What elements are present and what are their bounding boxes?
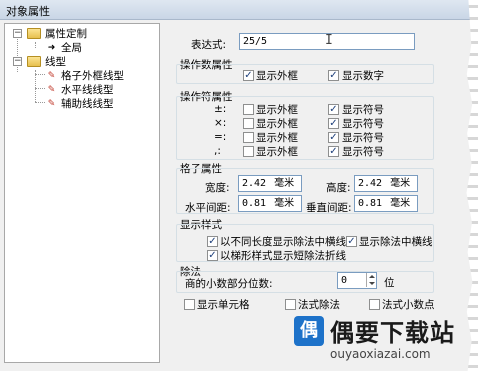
spin-arrows-icon[interactable] bbox=[366, 273, 376, 287]
plusminus-show-border-checkbox[interactable] bbox=[243, 104, 254, 115]
tree-line bbox=[35, 88, 45, 89]
display-division-line-checkbox[interactable]: ✓ bbox=[346, 236, 357, 247]
tree-item-auxiliary-line[interactable]: ✎ 辅助线线型 bbox=[45, 97, 157, 111]
equals-show-symbol-checkbox[interactable]: ✓ bbox=[328, 132, 339, 143]
tree-item-global[interactable]: ➜ 全局 bbox=[45, 41, 145, 55]
grid-h-spacing-value: 0.81 bbox=[242, 198, 267, 209]
tree-line bbox=[35, 74, 45, 75]
folder-icon bbox=[27, 56, 41, 67]
operand-show-number-checkbox[interactable]: ✓ bbox=[328, 70, 339, 81]
operand-show-border-label: 显示外框 bbox=[256, 70, 298, 82]
comma-show-border-checkbox[interactable] bbox=[243, 146, 254, 157]
equals-show-border-label: 显示外框 bbox=[256, 132, 298, 144]
times-show-border-label: 显示外框 bbox=[256, 118, 298, 130]
properties-tree[interactable]: − 属性定制 ➜ 全局 − 线型 ✎ 格子外框线型 ✎ 水平线线型 ✎ 辅助线线… bbox=[4, 23, 160, 363]
grid-v-spacing-input[interactable]: 0.81 毫米 bbox=[354, 195, 418, 212]
comma-show-border-label: 显示外框 bbox=[256, 146, 298, 158]
display-division-line-label: 显示除法中横线 bbox=[359, 236, 433, 248]
text-cursor-icon: I bbox=[325, 33, 333, 48]
tree-item-attribute-custom[interactable]: − 属性定制 bbox=[13, 27, 153, 41]
watermark-title: 偶要下载站 bbox=[330, 319, 455, 347]
arrow-leaf-icon: ➜ bbox=[47, 43, 56, 53]
pencil-icon: ✎ bbox=[47, 99, 56, 109]
grid-v-spacing-value: 0.81 bbox=[358, 198, 383, 209]
display-varied-length-checkbox[interactable]: ✓ bbox=[207, 236, 218, 247]
tree-item-label: 属性定制 bbox=[45, 28, 87, 40]
pencil-icon: ✎ bbox=[47, 71, 56, 81]
grid-width-value: 2.42 bbox=[242, 178, 267, 189]
window-title: 对象属性 bbox=[6, 5, 50, 18]
operand-show-number-label: 显示数字 bbox=[342, 70, 384, 82]
division-decimals-unit: 位 bbox=[384, 277, 395, 289]
show-cells-label: 显示单元格 bbox=[197, 299, 250, 311]
operand-show-border-checkbox[interactable]: ✓ bbox=[243, 70, 254, 81]
grid-h-spacing-unit: 毫米 bbox=[274, 198, 295, 209]
tree-item-horizontal-line[interactable]: ✎ 水平线线型 bbox=[45, 83, 157, 97]
window-titlebar: 对象属性 bbox=[0, 0, 478, 20]
times-show-symbol-label: 显示符号 bbox=[342, 118, 384, 130]
show-cells-checkbox[interactable] bbox=[184, 299, 195, 310]
plusminus-show-border-label: 显示外框 bbox=[256, 104, 298, 116]
site-logo-icon: 偶 bbox=[294, 316, 324, 346]
decimal-point-checkbox[interactable] bbox=[369, 299, 380, 310]
expression-value: 25/5 bbox=[243, 36, 268, 47]
display-trapezoid-label: 以梯形样式显示短除法折线 bbox=[220, 250, 346, 262]
vertical-division-label: 法式除法 bbox=[298, 299, 340, 311]
collapse-icon[interactable]: − bbox=[13, 29, 22, 38]
comma-show-symbol-checkbox[interactable]: ✓ bbox=[328, 146, 339, 157]
tree-item-label: 线型 bbox=[45, 56, 66, 68]
tree-line bbox=[35, 102, 45, 103]
collapse-icon[interactable]: − bbox=[13, 57, 22, 66]
torn-edge bbox=[466, 0, 478, 371]
grid-height-input[interactable]: 2.42 毫米 bbox=[354, 175, 418, 192]
folder-icon bbox=[27, 28, 41, 39]
operand-group bbox=[176, 64, 434, 84]
tree-item-label: 格子外框线型 bbox=[61, 70, 124, 82]
plusminus-show-symbol-label: 显示符号 bbox=[342, 104, 384, 116]
grid-width-unit: 毫米 bbox=[274, 178, 295, 189]
expression-input[interactable]: 25/5 I bbox=[239, 33, 415, 50]
grid-height-unit: 毫米 bbox=[390, 178, 411, 189]
equals-show-symbol-label: 显示符号 bbox=[342, 132, 384, 144]
watermark-url: ouyaoxiazai.com bbox=[330, 347, 431, 361]
times-show-border-checkbox[interactable] bbox=[243, 118, 254, 129]
times-show-symbol-checkbox[interactable]: ✓ bbox=[328, 118, 339, 129]
tree-item-grid-frame-line[interactable]: ✎ 格子外框线型 bbox=[45, 69, 157, 83]
operator-symbol-comma: ,: bbox=[214, 145, 221, 157]
grid-h-spacing-input[interactable]: 0.81 毫米 bbox=[238, 195, 302, 212]
operator-symbol-times: ×: bbox=[214, 117, 227, 129]
grid-v-spacing-unit: 毫米 bbox=[390, 198, 411, 209]
pencil-icon: ✎ bbox=[47, 85, 56, 95]
grid-v-spacing-label: 垂直间距: bbox=[306, 202, 352, 214]
tree-item-label: 水平线线型 bbox=[61, 84, 114, 96]
grid-width-input[interactable]: 2.42 毫米 bbox=[238, 175, 302, 192]
division-decimals-value: 0 bbox=[341, 275, 348, 286]
tree-item-line-style[interactable]: − 线型 bbox=[13, 55, 153, 69]
comma-show-symbol-label: 显示符号 bbox=[342, 146, 384, 158]
division-decimals-label: 商的小数部分位数: bbox=[185, 278, 273, 290]
tree-item-label: 全局 bbox=[61, 42, 82, 54]
equals-show-border-checkbox[interactable] bbox=[243, 132, 254, 143]
grid-height-value: 2.42 bbox=[358, 178, 383, 189]
grid-h-spacing-label: 水平间距: bbox=[185, 202, 231, 214]
expression-label: 表达式: bbox=[191, 39, 227, 51]
division-decimals-stepper[interactable]: 0 bbox=[337, 272, 377, 289]
tree-line bbox=[35, 42, 36, 48]
tree-item-label: 辅助线线型 bbox=[61, 98, 114, 110]
plusminus-show-symbol-checkbox[interactable]: ✓ bbox=[328, 104, 339, 115]
grid-width-label: 宽度: bbox=[205, 182, 230, 194]
vertical-division-checkbox[interactable] bbox=[285, 299, 296, 310]
grid-height-label: 高度: bbox=[326, 182, 351, 194]
display-trapezoid-checkbox[interactable]: ✓ bbox=[207, 250, 218, 261]
display-varied-length-label: 以不同长度显示除法中横线 bbox=[220, 236, 346, 248]
operator-symbol-plusminus: ±: bbox=[214, 103, 227, 115]
decimal-point-label: 法式小数点 bbox=[382, 299, 435, 311]
operator-symbol-equals: =: bbox=[214, 131, 227, 143]
